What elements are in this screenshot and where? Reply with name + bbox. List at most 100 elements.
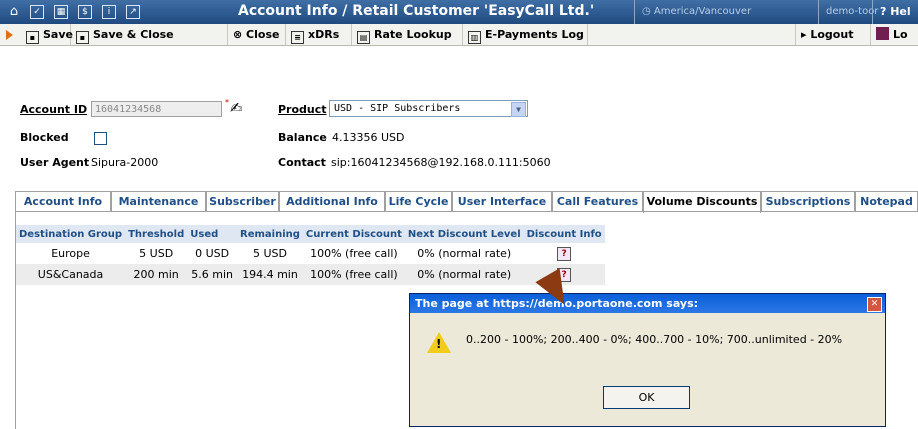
- tab-notepad[interactable]: Notepad: [855, 191, 918, 212]
- divider: [634, 0, 635, 24]
- tab-life-cycle[interactable]: Life Cycle: [385, 191, 452, 212]
- logout-button[interactable]: ▸ Logout: [795, 24, 871, 45]
- save-button[interactable]: ▪ Save: [21, 24, 73, 45]
- payment-icon: ▥: [468, 31, 481, 44]
- table-cell: US&Canada: [16, 264, 126, 285]
- product-select[interactable]: USD - SIP Subscribers ▼: [329, 100, 528, 117]
- divider: [872, 0, 873, 24]
- product-value: USD - SIP Subscribers: [334, 103, 461, 114]
- tab-user-interface[interactable]: User Interface: [452, 191, 552, 212]
- table-cell: 100% (free call): [302, 264, 405, 285]
- table-cell: 0 USD: [195, 247, 230, 260]
- blocked-label: Blocked: [20, 131, 69, 144]
- epayments-label: E-Payments Log: [485, 28, 584, 41]
- tab-subscriber[interactable]: Subscriber: [206, 191, 279, 212]
- tab-underline: [15, 211, 918, 212]
- table-cell: 100% (free call): [310, 247, 398, 260]
- tab-maintenance[interactable]: Maintenance: [111, 191, 206, 212]
- tab-account-info[interactable]: Account Info: [15, 191, 111, 212]
- page-title: Account Info / Retail Customer 'EasyCall…: [238, 3, 595, 19]
- close-button[interactable]: ⊗ Close: [228, 24, 286, 45]
- help-label: Hel: [890, 5, 911, 18]
- rate-lookup-button[interactable]: ▤ Rate Lookup: [352, 24, 463, 45]
- blocked-checkbox[interactable]: [94, 132, 107, 145]
- tab-additional-info[interactable]: Additional Info: [279, 191, 385, 212]
- divider: [818, 0, 819, 24]
- dialog-title: The page at https://demo.portaone.com sa…: [410, 294, 885, 313]
- table-cell: 5 USD: [252, 247, 287, 260]
- checkbox-icon[interactable]: ✓: [30, 5, 44, 19]
- grid-icon[interactable]: ▦: [54, 5, 68, 19]
- balance-value: 4.13356 USD: [332, 131, 405, 144]
- logout-icon: ▸: [801, 28, 811, 41]
- chevron-down-icon[interactable]: ▼: [511, 102, 526, 117]
- column-header: Remaining: [237, 225, 303, 243]
- alert-dialog: The page at https://demo.portaone.com sa…: [409, 293, 886, 427]
- required-marker: *: [225, 98, 229, 107]
- product-label: Product: [278, 103, 327, 116]
- epayments-log-button[interactable]: ▥ E-Payments Log: [463, 24, 588, 45]
- log-icon: [876, 27, 889, 40]
- table-cell: ?: [524, 243, 605, 264]
- timezone-link[interactable]: ◷ America/Vancouver: [642, 6, 751, 17]
- close-label: Close: [246, 28, 280, 41]
- close-icon: ⊗: [233, 28, 247, 41]
- user-name[interactable]: demo-toor: [826, 6, 878, 17]
- chart-icon[interactable]: ↗: [126, 5, 140, 19]
- save-close-button[interactable]: ▪ Save & Close: [71, 24, 228, 45]
- edit-pencil-icon[interactable]: ✍: [230, 99, 243, 117]
- timezone-label: America/Vancouver: [653, 6, 752, 17]
- table-cell: 5 USD: [139, 247, 174, 260]
- volume-discounts-table: Destination Group Threshold Used Remaini…: [16, 225, 605, 285]
- tab-volume-discounts[interactable]: Volume Discounts: [643, 191, 761, 213]
- contact-label: Contact: [278, 156, 326, 169]
- xdrs-label: xDRs: [308, 28, 340, 41]
- save-label: Save: [43, 28, 73, 41]
- list-icon: ≡: [291, 31, 304, 44]
- table-header-row: Destination Group Threshold Used Remaini…: [16, 225, 605, 243]
- column-header: Discount Info: [523, 225, 605, 243]
- table-cell: 0% (normal rate): [404, 264, 524, 285]
- account-id-field[interactable]: 16041234568: [91, 101, 222, 117]
- tab-call-features[interactable]: Call Features: [552, 191, 643, 212]
- logout-label: Logout: [810, 28, 854, 41]
- contact-value: sip:16041234568@192.168.0.111:5060: [331, 156, 551, 169]
- expand-arrow-icon[interactable]: [6, 30, 13, 40]
- save-close-label: Save & Close: [93, 28, 174, 41]
- table-row: US&Canada 200 min 5.6 min 194.4 min 100%…: [16, 264, 605, 285]
- table-cell: Europe: [51, 247, 90, 260]
- log-label: Lo: [893, 28, 908, 41]
- info-icon[interactable]: i: [102, 5, 116, 19]
- user-agent-label: User Agent: [20, 156, 90, 169]
- home-icon[interactable]: ⌂: [6, 4, 22, 20]
- column-header: Threshold: [125, 225, 188, 243]
- table-row: Europe 5 USD 0 USD 5 USD 100% (free call…: [16, 243, 605, 264]
- discount-info-icon[interactable]: ?: [557, 247, 572, 261]
- help-link[interactable]: ? Hel: [880, 5, 911, 18]
- toolbar: ▪ Save ▪ Save & Close ⊗ Close ≡ xDRs ▤ Rate …: [0, 24, 918, 46]
- column-header: Used: [187, 225, 237, 243]
- title-bar: ⌂ ✓ ▦ $ i ↗ Account Info / Retail Custom…: [0, 0, 918, 24]
- column-header: Next Discount Level: [404, 225, 524, 243]
- user-agent-value: Sipura-2000: [91, 156, 159, 169]
- close-icon[interactable]: ✕: [867, 297, 882, 312]
- warning-icon: !: [427, 332, 451, 353]
- log-button[interactable]: Lo: [871, 24, 918, 45]
- column-header: Destination Group: [16, 225, 126, 243]
- dollar-icon[interactable]: $: [78, 5, 92, 19]
- balance-label: Balance: [278, 131, 327, 144]
- tab-subscriptions[interactable]: Subscriptions: [761, 191, 855, 212]
- rate-icon: ▤: [357, 31, 370, 44]
- rate-lookup-label: Rate Lookup: [374, 28, 452, 41]
- account-id-label: Account ID: [20, 103, 88, 116]
- table-cell: 200 min: [125, 264, 188, 285]
- floppy-icon: ▪: [26, 31, 39, 44]
- xdrs-button[interactable]: ≡ xDRs: [286, 24, 352, 45]
- table-cell: 5.6 min: [187, 264, 237, 285]
- clock-icon: ◷: [642, 6, 654, 17]
- column-header: Current Discount: [302, 225, 405, 243]
- ok-button[interactable]: OK: [603, 386, 690, 409]
- table-cell: 0% (normal rate): [417, 247, 512, 260]
- table-cell: 194.4 min: [237, 264, 303, 285]
- help-icon: ?: [880, 5, 891, 18]
